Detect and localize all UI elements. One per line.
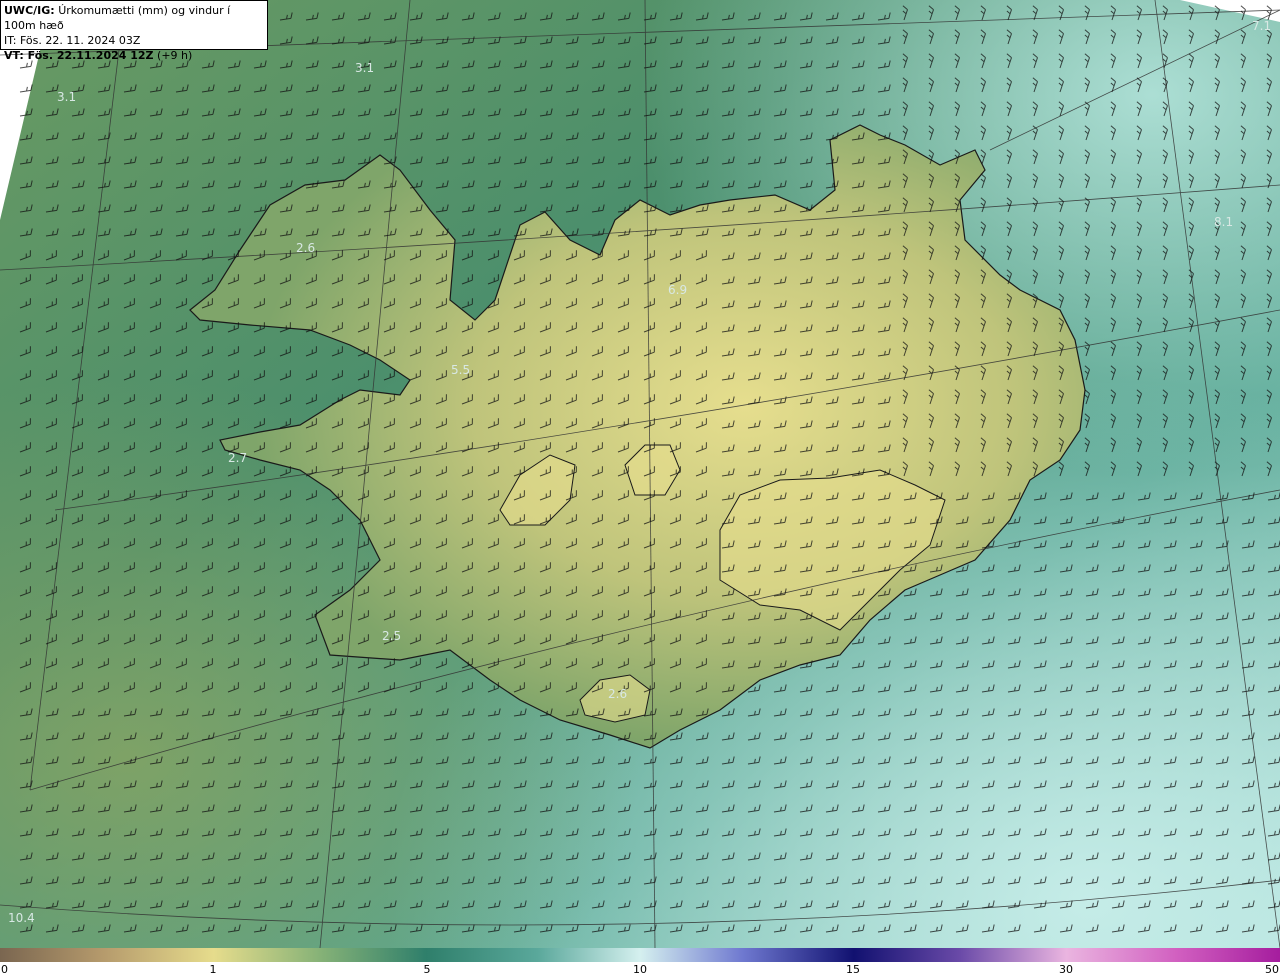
value-label: 7.1	[1252, 19, 1271, 33]
map-title-box: UWC/IG: Úrkomumætti (mm) og vindur í 100…	[0, 0, 268, 62]
init-time: IT: Fös. 22. 11. 2024 03Z	[4, 34, 141, 47]
colorbar-ticks: 0 1 5 10 15 30 50	[0, 962, 1280, 978]
precipitation-colorbar	[0, 948, 1280, 962]
value-label: 2.6	[296, 241, 315, 255]
colorbar-tick: 5	[423, 963, 431, 976]
forecast-offset: (+9 h)	[153, 49, 193, 62]
value-label: 2.6	[608, 687, 627, 701]
value-label: 6.9	[668, 283, 687, 297]
value-label: 3.1	[57, 90, 76, 104]
valid-time-line: VT: Fös. 22.11.2024 12Z (+9 h)	[4, 48, 264, 63]
colorbar-tick: 50	[1265, 963, 1279, 976]
valid-time: VT: Fös. 22.11.2024 12Z	[4, 49, 154, 62]
value-label: 2.5	[382, 629, 401, 643]
value-label: 10.4	[8, 911, 35, 925]
colorbar-gradient	[0, 948, 1280, 962]
value-label: 3.1	[355, 61, 374, 75]
colorbar-tick: 0	[1, 963, 8, 976]
value-label: 2.7	[228, 451, 247, 465]
value-label: 5.5	[451, 363, 470, 377]
forecast-map: 3.1 3.1 2.6 6.9 5.5 2.7 2.5 2.6 7.1 8.1 …	[0, 0, 1280, 948]
colorbar-tick: 10	[633, 963, 647, 976]
title-line-1: UWC/IG: Úrkomumætti (mm) og vindur í 100…	[4, 3, 264, 33]
value-label: 8.1	[1214, 215, 1233, 229]
product-name: UWC/IG:	[4, 4, 55, 17]
colorbar-tick: 30	[1059, 963, 1073, 976]
colorbar-tick: 1	[209, 963, 217, 976]
colorbar-tick: 15	[846, 963, 860, 976]
